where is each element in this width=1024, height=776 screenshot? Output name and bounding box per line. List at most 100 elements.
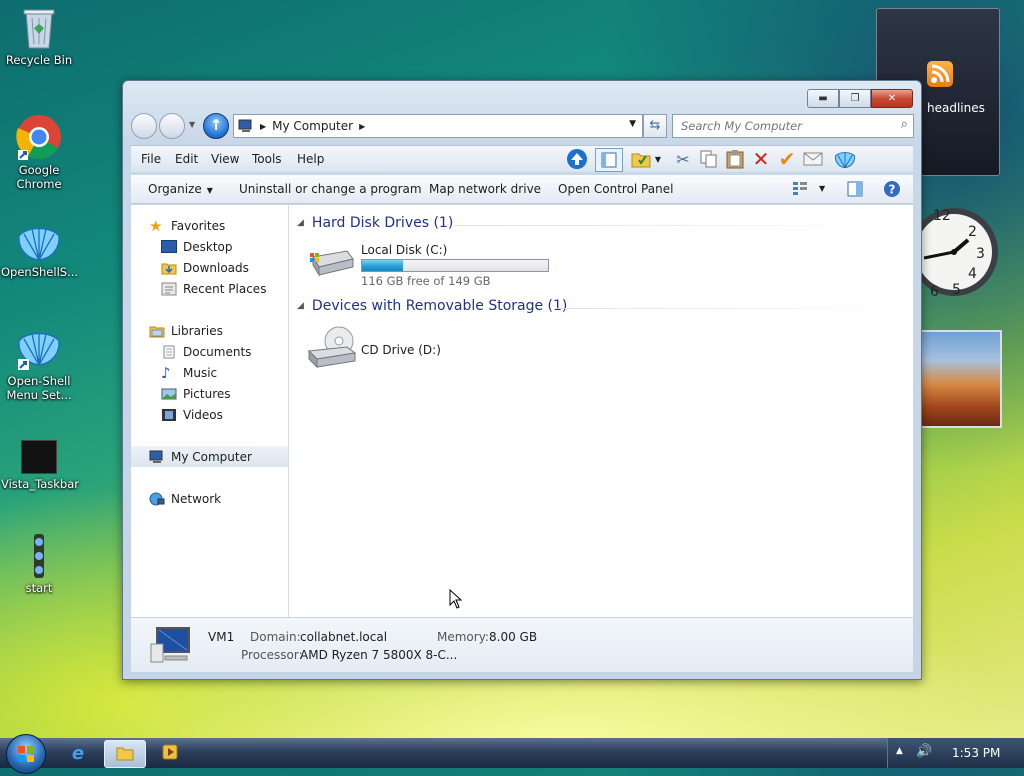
nav-videos[interactable]: Videos: [131, 404, 288, 425]
delete-icon[interactable]: ✕: [749, 147, 773, 171]
nav-pictures[interactable]: Pictures: [131, 383, 288, 404]
drive-item-cd-drive-d[interactable]: CD Drive (D:): [307, 323, 507, 373]
recent-pages-dropdown-icon[interactable]: ▼: [189, 120, 195, 129]
uninstall-program-button[interactable]: Uninstall or change a program: [239, 182, 422, 196]
network-icon: [149, 492, 165, 506]
menu-help[interactable]: Help: [297, 152, 324, 166]
search-input[interactable]: [679, 118, 883, 134]
paste-icon[interactable]: [723, 148, 747, 170]
minimize-button[interactable]: ▬: [807, 89, 839, 108]
mouse-cursor-icon: [449, 588, 463, 612]
openshell-toolbar-icon[interactable]: [833, 148, 857, 170]
group-header-hard-disk-drives[interactable]: ◢ Hard Disk Drives (1): [297, 215, 905, 231]
nav-favorites[interactable]: ★ Favorites: [131, 215, 288, 236]
group-header-removable-storage[interactable]: ◢ Devices with Removable Storage (1): [297, 298, 905, 314]
nav-favorites-label: Favorites: [171, 218, 226, 233]
desktop-icon-recycle-bin[interactable]: Recycle Bin: [1, 6, 77, 67]
nav-documents[interactable]: Documents: [131, 341, 288, 362]
up-button[interactable]: ↑: [203, 113, 229, 139]
nav-desktop[interactable]: Desktop: [131, 236, 288, 257]
openshell-label: OpenShellS...: [1, 265, 79, 279]
nav-libraries[interactable]: Libraries: [131, 320, 288, 341]
chrome-icon: [16, 114, 62, 160]
recent-places-icon: [161, 282, 177, 296]
folders-pane-icon[interactable]: [595, 148, 623, 172]
nav-network[interactable]: Network: [131, 488, 288, 509]
organize-dropdown-icon: ▼: [206, 186, 213, 195]
email-icon[interactable]: [801, 148, 825, 170]
change-view-icon[interactable]: [792, 181, 808, 198]
desktop-icon-openshell[interactable]: OpenShellS...: [1, 222, 79, 279]
processor-label: Processor:: [241, 648, 303, 662]
svg-text:6: 6: [930, 284, 939, 300]
maximize-button[interactable]: ❐: [839, 89, 871, 108]
nav-downloads-label: Downloads: [183, 260, 249, 275]
search-box[interactable]: ⌕: [672, 114, 914, 138]
back-button[interactable]: [131, 113, 157, 139]
memory-label: Memory:: [437, 630, 489, 644]
nav-recent-places[interactable]: Recent Places: [131, 278, 288, 299]
collapse-triangle-icon: ◢: [297, 218, 304, 228]
chrome-label: Google Chrome: [16, 163, 62, 191]
local-disk-c-free-space: 116 GB free of 149 GB: [361, 274, 491, 288]
view-dropdown-icon[interactable]: ▼: [819, 184, 825, 193]
menu-tools[interactable]: Tools: [252, 152, 282, 166]
organize-button[interactable]: Organize ▼: [148, 182, 213, 196]
slideshow-gadget[interactable]: [920, 330, 1002, 428]
cut-icon[interactable]: ✂: [671, 148, 695, 170]
folder-options-icon[interactable]: [629, 148, 653, 170]
forward-button[interactable]: [159, 113, 185, 139]
menu-bar: File Edit View Tools Help ▼ ✂ ✕ ✔: [131, 145, 913, 172]
nav-my-computer[interactable]: My Computer: [131, 446, 288, 467]
properties-check-icon[interactable]: ✔: [775, 147, 799, 171]
address-location[interactable]: My Computer: [272, 119, 353, 133]
taskbar-media-player[interactable]: [150, 740, 190, 766]
folder-options-dropdown-icon[interactable]: ▼: [651, 148, 665, 170]
usage-bar-fill: [362, 260, 403, 271]
taskbar-clock[interactable]: 1:53 PM: [952, 746, 1000, 760]
help-icon[interactable]: ?: [883, 180, 901, 201]
map-network-drive-button[interactable]: Map network drive: [429, 182, 541, 196]
close-button[interactable]: ✕: [871, 89, 913, 108]
pictures-icon: [161, 387, 177, 401]
address-dropdown-icon[interactable]: ▼: [629, 119, 636, 129]
taskbar-explorer-window[interactable]: [104, 740, 146, 768]
headlines-label: headlines: [927, 101, 985, 115]
svg-text:5: 5: [952, 282, 961, 298]
local-disk-c-name: Local Disk (C:): [361, 243, 448, 257]
svg-text:4: 4: [968, 266, 977, 282]
show-hidden-icons-icon[interactable]: ▲: [896, 746, 903, 756]
start-button[interactable]: [6, 734, 46, 774]
nav-libraries-label: Libraries: [171, 323, 223, 338]
desktop-icon-google-chrome[interactable]: Google Chrome: [1, 114, 77, 191]
open-control-panel-button[interactable]: Open Control Panel: [558, 182, 673, 196]
recycle-bin-icon: [22, 6, 56, 50]
address-bar[interactable]: ▶ My Computer ▶ ▼: [233, 114, 643, 138]
up-toolbar-icon[interactable]: [565, 148, 589, 170]
search-icon[interactable]: ⌕: [901, 117, 908, 132]
computer-icon: [238, 119, 254, 133]
nav-downloads[interactable]: Downloads: [131, 257, 288, 278]
domain-label: Domain:: [250, 630, 301, 644]
copy-icon[interactable]: [697, 148, 721, 170]
drive-item-local-disk-c[interactable]: Local Disk (C:) 116 GB free of 149 GB: [307, 241, 567, 289]
menu-file[interactable]: File: [141, 152, 161, 166]
start-label: start: [25, 581, 53, 595]
refresh-button[interactable]: ⇆: [643, 114, 667, 138]
nav-music[interactable]: ♪ Music: [131, 362, 288, 383]
breadcrumb-separator-icon[interactable]: ▶: [260, 122, 266, 131]
desktop-icon-start[interactable]: start: [1, 534, 77, 595]
preview-pane-icon[interactable]: [847, 181, 863, 200]
taskbar-internet-explorer[interactable]: e: [58, 740, 98, 766]
nav-network-label: Network: [171, 491, 222, 506]
breadcrumb-expand-icon[interactable]: ▶: [359, 122, 365, 131]
volume-icon[interactable]: 🔊: [916, 744, 932, 759]
nav-videos-label: Videos: [183, 407, 223, 422]
desktop-icon-vista-taskbar[interactable]: Vista_Taskbar: [1, 440, 79, 491]
memory-value: 8.00 GB: [489, 630, 538, 644]
menu-view[interactable]: View: [211, 152, 239, 166]
rss-icon: [927, 61, 953, 87]
menu-edit[interactable]: Edit: [175, 152, 198, 166]
desktop-icon-openshell-settings[interactable]: Open-Shell Menu Set...: [1, 327, 77, 402]
black-window-icon: [21, 440, 57, 474]
